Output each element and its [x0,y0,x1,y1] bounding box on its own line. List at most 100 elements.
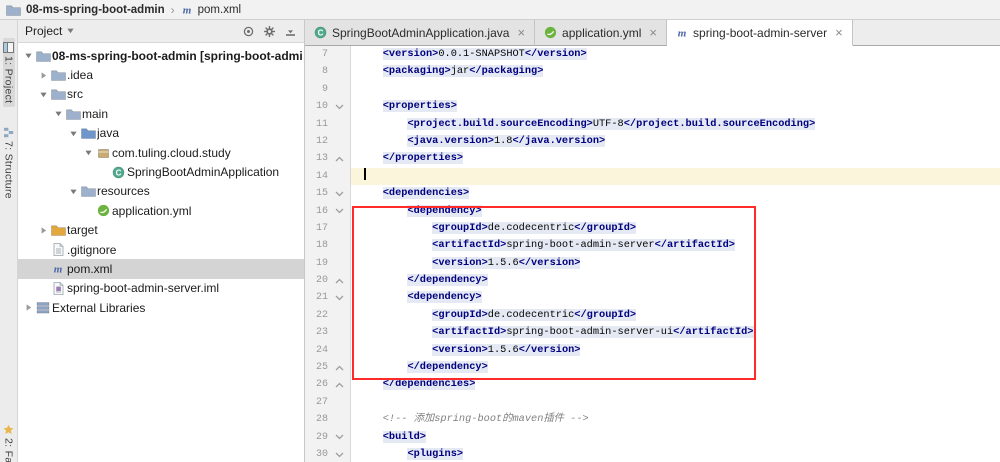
tool-window-button-project[interactable]: 1: Project [2,38,15,108]
gutter: 16 [305,202,351,220]
tab-application-yml[interactable]: application.yml × [535,20,668,46]
code-text[interactable]: <plugins> [351,446,1000,462]
fold-marker-icon[interactable] [328,294,350,302]
chevron-down-icon[interactable] [37,90,49,99]
tab-spring-boot-admin-server[interactable]: m spring-boot-admin-server × [667,20,853,46]
text-caret [364,167,366,180]
line-number: 23 [315,327,328,339]
tree-item-resources[interactable]: resources [18,182,304,201]
line-number: 30 [315,448,328,460]
tree-item-springbootadminapplication[interactable]: C SpringBootAdminApplication [18,162,304,181]
code-text[interactable]: <packaging>jar</packaging> [351,63,1000,80]
code-line[interactable]: 14 [305,167,1000,186]
tree-item-08-ms-spring-boot-admin-spring-b[interactable]: 08-ms-spring-boot-admin [spring-boot-adm… [18,46,304,65]
fold-marker-icon[interactable] [328,364,350,372]
tree-item-com-tuling-cloud-study[interactable]: com.tuling.cloud.study [18,143,304,162]
chevron-down-icon[interactable] [66,24,75,38]
code-line[interactable]: 10 <properties> [305,98,1000,116]
tree-item-label: External Libraries [52,300,146,315]
chevron-right-icon[interactable] [37,226,49,235]
tree-item-java[interactable]: java [18,124,304,143]
tree-item-spring-boot-admin-server-iml[interactable]: spring-boot-admin-server.iml [18,279,304,298]
tab-springbootadminapplication-java[interactable]: C SpringBootAdminApplication.java × [305,20,536,46]
code-line[interactable]: 29 <build> [305,428,1000,446]
svg-text:C: C [318,28,324,37]
close-icon[interactable]: × [835,26,843,39]
code-text[interactable] [351,81,1000,98]
code-text[interactable]: <!-- 添加spring-boot的maven插件 --> [351,411,1000,428]
xml-tag: </project.build.sourceEncoding> [623,117,816,130]
code-line[interactable]: 12 <java.version>1.8</java.version> [305,132,1000,151]
code-line[interactable]: 27 [305,393,1000,412]
tree-item-label: pom.xml [67,261,113,276]
breadcrumb-project[interactable]: 08-ms-spring-boot-admin [26,4,165,16]
code-line[interactable]: 8 <packaging>jar</packaging> [305,63,1000,81]
code-text[interactable]: <properties> [351,98,1000,115]
gutter: 18 [305,237,351,255]
chevron-right-icon[interactable] [22,303,34,312]
tab-label: application.yml [562,25,642,40]
tree-item-application-yml[interactable]: application.yml [18,201,304,220]
xml-tag: <java.version> [407,134,494,147]
chevron-down-icon[interactable] [67,187,79,196]
fold-marker-icon[interactable] [328,155,350,163]
gutter: 27 [305,393,351,412]
line-number: 26 [315,379,328,391]
chevron-down-icon[interactable] [52,109,64,118]
close-icon[interactable]: × [649,26,657,39]
code-line[interactable]: 13 </properties> [305,150,1000,168]
xml-tag: </packaging> [469,65,544,78]
tool-window-button-favorites[interactable]: 2: Favorites [3,420,15,462]
gear-icon[interactable] [263,25,276,38]
code-text[interactable]: <project.build.sourceEncoding>UTF-8</pro… [351,116,1000,133]
tree-item-external-libraries[interactable]: External Libraries [18,298,304,317]
tab-label: spring-boot-admin-server [693,25,828,40]
code-text[interactable] [351,394,1000,411]
code-text[interactable] [351,167,1000,185]
tool-window-button-structure[interactable]: 7: Structure [3,123,15,203]
xml-value: 1.8 [493,134,513,147]
fold-marker-icon[interactable] [328,190,350,198]
tree-item-gitignore[interactable]: .gitignore [18,240,304,259]
code-line[interactable]: 15 <dependencies> [305,185,1000,203]
tree-item-src[interactable]: src [18,85,304,104]
xml-tag: </dependencies> [382,378,476,391]
line-number: 10 [315,101,328,113]
code-line[interactable]: 11 <project.build.sourceEncoding>UTF-8</… [305,115,1000,133]
chevron-right-icon[interactable] [37,71,49,80]
code-text[interactable]: <java.version>1.8</java.version> [351,133,1000,150]
svg-text:m: m [182,5,191,16]
fold-marker-icon[interactable] [328,103,350,111]
chevron-down-icon[interactable] [22,51,34,60]
chevron-down-icon[interactable] [67,129,79,138]
source-folder-icon [79,127,97,140]
chevron-down-icon[interactable] [82,148,94,157]
gutter: 20 [305,272,351,290]
tree-item-idea[interactable]: .idea [18,65,304,84]
fold-marker-icon[interactable] [328,451,350,459]
tree-item-target[interactable]: target [18,221,304,240]
code-text[interactable]: <dependencies> [351,185,1000,202]
xml-fragment: <properties> [382,100,457,113]
annotation-rectangle [352,206,756,380]
project-panel-title[interactable]: Project [25,24,62,38]
xml-fragment: <packaging>jar</packaging> [382,65,544,78]
hide-icon[interactable] [284,25,297,38]
fold-marker-icon[interactable] [328,277,350,285]
xml-fragment: <dependencies> [382,187,470,200]
code-text[interactable]: <version>0.0.1-SNAPSHOT</version> [351,46,1000,63]
code-line[interactable]: 9 [305,80,1000,99]
code-line[interactable]: 28 <!-- 添加spring-boot的maven插件 --> [305,411,1000,429]
locate-icon[interactable] [242,25,255,38]
tree-item-pom-xml[interactable]: m pom.xml [18,259,304,279]
breadcrumb-file[interactable]: pom.xml [198,4,241,16]
close-icon[interactable]: × [517,26,525,39]
code-line[interactable]: 7 <version>0.0.1-SNAPSHOT</version> [305,46,1000,64]
code-text[interactable]: <build> [351,429,1000,446]
fold-marker-icon[interactable] [328,207,350,215]
fold-marker-icon[interactable] [328,433,350,441]
tree-item-main[interactable]: main [18,104,304,123]
fold-marker-icon[interactable] [328,381,350,389]
code-line[interactable]: 30 <plugins> [305,445,1000,462]
code-text[interactable]: </properties> [351,150,1000,167]
